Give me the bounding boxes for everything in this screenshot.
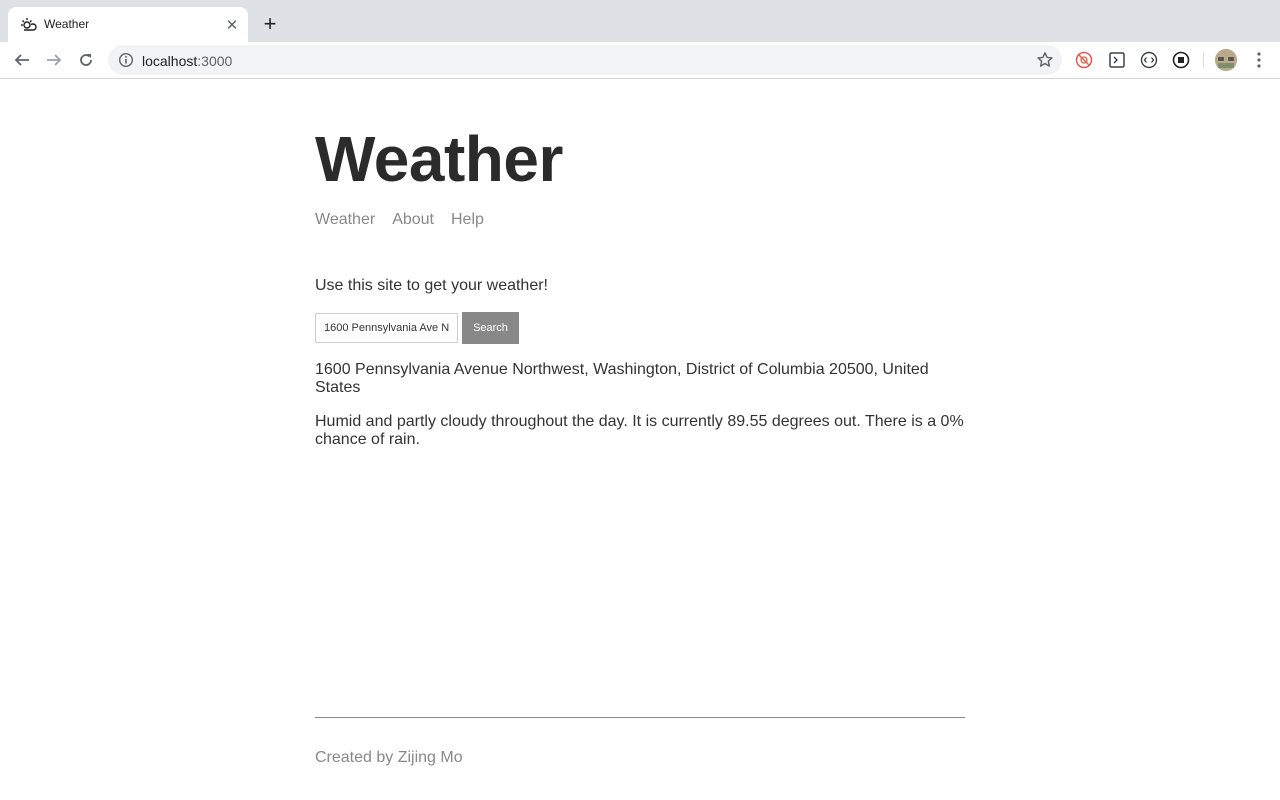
forward-icon[interactable] — [42, 48, 66, 72]
location-result: 1600 Pennsylvania Avenue Northwest, Wash… — [315, 361, 929, 396]
footer-credit: Created by Zijing Mo — [315, 749, 463, 766]
extension-record-icon[interactable] — [1172, 51, 1190, 69]
toolbar-separator — [1203, 52, 1204, 68]
nav-link-about[interactable]: About — [392, 211, 434, 228]
extension-terminal-icon[interactable] — [1108, 51, 1126, 69]
extension-code-icon[interactable] — [1140, 51, 1158, 69]
browser-toolbar: localhost:3000 — [0, 42, 1280, 79]
extension-red-icon[interactable] — [1075, 51, 1093, 69]
tab-title: Weather — [44, 17, 90, 31]
new-tab-button[interactable]: + — [258, 11, 282, 36]
location-search-input[interactable] — [315, 313, 458, 343]
url-text: localhost:3000 — [142, 53, 232, 69]
page-title: Weather — [315, 123, 563, 195]
reload-icon[interactable] — [74, 48, 98, 72]
address-bar[interactable]: localhost:3000 — [108, 45, 1062, 75]
url-port: :3000 — [197, 53, 233, 69]
search-button[interactable]: Search — [462, 312, 519, 344]
site-nav: Weather About Help — [315, 211, 501, 229]
url-host: localhost — [142, 53, 198, 69]
footer-divider — [315, 717, 965, 718]
intro-text: Use this site to get your weather! — [315, 277, 548, 294]
bookmark-star-icon[interactable] — [1036, 51, 1054, 69]
browser-tabstrip: Weather ✕ + — [0, 0, 1280, 42]
weather-favicon-icon — [21, 18, 37, 31]
browser-tab[interactable]: Weather ✕ — [8, 7, 248, 42]
profile-avatar[interactable] — [1215, 49, 1237, 71]
browser-menu-icon[interactable] — [1250, 50, 1268, 70]
forecast-result: Humid and partly cloudy throughout the d… — [315, 413, 964, 448]
back-icon[interactable] — [10, 48, 34, 72]
tab-close-icon[interactable]: ✕ — [222, 15, 242, 35]
nav-link-weather[interactable]: Weather — [315, 211, 375, 228]
nav-link-help[interactable]: Help — [451, 211, 484, 228]
site-info-icon[interactable] — [118, 52, 134, 68]
